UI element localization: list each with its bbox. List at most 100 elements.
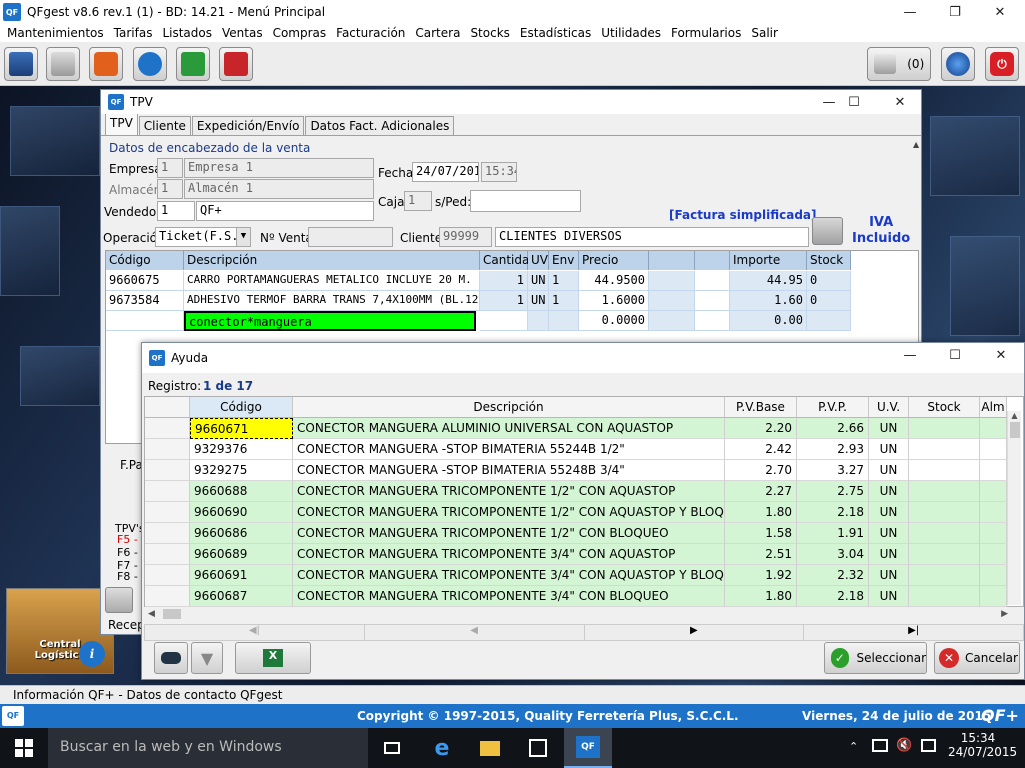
- row-selector[interactable]: [145, 523, 190, 544]
- notifications-icon[interactable]: [921, 739, 936, 752]
- row-codigo[interactable]: 9660686: [190, 523, 293, 544]
- line-importe[interactable]: 44.95: [730, 271, 807, 291]
- tab-cliente[interactable]: Cliente: [138, 116, 191, 135]
- row-alm[interactable]: [980, 544, 1007, 565]
- row-pvp[interactable]: 2.75: [797, 481, 869, 502]
- empresa-code-field[interactable]: 1: [157, 158, 183, 178]
- row-descripcion[interactable]: CONECTOR MANGUERA ALUMINIO UNIVERSAL CON…: [293, 418, 725, 439]
- line-descripcion-search-input[interactable]: conector*manguera: [184, 311, 476, 331]
- row-selector[interactable]: [145, 481, 190, 502]
- row-alm[interactable]: [980, 586, 1007, 607]
- minimize-button[interactable]: —: [887, 0, 933, 24]
- row-uv[interactable]: UN: [869, 502, 909, 523]
- computer-button[interactable]: [4, 47, 38, 81]
- documents-button[interactable]: [46, 47, 80, 81]
- lock-button[interactable]: [219, 47, 253, 81]
- col-pvp[interactable]: P.V.P.: [797, 397, 869, 418]
- menu-cartera[interactable]: Cartera: [415, 26, 460, 40]
- row-stock[interactable]: [909, 481, 980, 502]
- row-pvp[interactable]: 2.32: [797, 565, 869, 586]
- ayuda-minimize-button[interactable]: —: [887, 343, 933, 367]
- line-extra-1[interactable]: [649, 291, 695, 311]
- store-button[interactable]: [514, 728, 562, 768]
- col-alm[interactable]: Alm: [980, 397, 1007, 418]
- col-uv[interactable]: UV: [528, 251, 549, 270]
- line-precio[interactable]: 44.9500: [579, 271, 649, 291]
- row-pvp[interactable]: 3.27: [797, 460, 869, 481]
- line-cantidad[interactable]: 1: [480, 271, 528, 291]
- rss-button[interactable]: [89, 47, 123, 81]
- task-view-button[interactable]: [368, 728, 416, 768]
- empresa-name-field[interactable]: Empresa 1: [184, 158, 374, 178]
- row-alm[interactable]: [980, 439, 1007, 460]
- ayuda-maximize-button[interactable]: ☐: [932, 343, 978, 367]
- row-pvbase[interactable]: 1.58: [725, 523, 797, 544]
- vertical-scrollbar[interactable]: ▲: [1007, 411, 1021, 605]
- tab-datos-fact[interactable]: Datos Fact. Adicionales: [305, 116, 455, 135]
- row-alm[interactable]: [980, 523, 1007, 544]
- row-stock[interactable]: [909, 439, 980, 460]
- line-descripcion[interactable]: ADHESIVO TERMOF BARRA TRANS 7,4X100MM (B…: [184, 291, 480, 311]
- col-extra-1[interactable]: [649, 251, 695, 270]
- row-pvbase[interactable]: 2.42: [725, 439, 797, 460]
- almacen-code-field[interactable]: 1: [157, 179, 183, 199]
- menu-estadisticas[interactable]: Estadísticas: [520, 26, 591, 40]
- line-stock[interactable]: 0: [807, 271, 851, 291]
- row-codigo[interactable]: 9660688: [190, 481, 293, 502]
- row-pvbase[interactable]: 2.70: [725, 460, 797, 481]
- menu-mantenimientos[interactable]: Mantenimientos: [7, 26, 104, 40]
- line-stock[interactable]: 0: [807, 291, 851, 311]
- info-text[interactable]: Información QF+ - Datos de contacto QFge…: [13, 688, 282, 702]
- scroll-left-icon[interactable]: ◀: [148, 609, 155, 619]
- col-descripcion[interactable]: Descripción: [293, 397, 725, 418]
- row-pvbase[interactable]: 1.92: [725, 565, 797, 586]
- col-importe[interactable]: Importe: [730, 251, 807, 270]
- scroll-right-icon[interactable]: ▶: [1001, 609, 1008, 619]
- explorer-button[interactable]: [466, 728, 514, 768]
- row-stock[interactable]: [909, 418, 980, 439]
- row-pvp[interactable]: 1.91: [797, 523, 869, 544]
- nav-first-button[interactable]: ◀|: [145, 625, 365, 640]
- iva-toggle-button[interactable]: [812, 217, 843, 245]
- search-button[interactable]: [154, 642, 188, 674]
- col-pvbase[interactable]: P.V.Base: [725, 397, 797, 418]
- menu-utilidades[interactable]: Utilidades: [601, 26, 661, 40]
- menu-formularios[interactable]: Formularios: [671, 26, 741, 40]
- col-extra-2[interactable]: [695, 251, 730, 270]
- row-pvbase[interactable]: 1.80: [725, 586, 797, 607]
- line-uv[interactable]: [528, 311, 549, 331]
- row-descripcion[interactable]: CONECTOR MANGUERA -STOP BIMATERIA 55248B…: [293, 460, 725, 481]
- taskbar-search-input[interactable]: Buscar en la web y en Windows: [48, 728, 368, 768]
- network-icon[interactable]: [872, 739, 888, 752]
- scroll-up-icon[interactable]: ▲: [1008, 411, 1021, 420]
- line-codigo[interactable]: [106, 311, 184, 331]
- fecha-field[interactable]: 24/07/2015: [412, 162, 479, 182]
- sped-field[interactable]: [470, 190, 581, 212]
- volume-icon[interactable]: 🔇: [896, 738, 912, 753]
- cliente-name-field[interactable]: CLIENTES DIVERSOS: [495, 227, 809, 247]
- scroll-up-icon[interactable]: ▲: [913, 140, 922, 149]
- line-extra-1[interactable]: [649, 271, 695, 291]
- row-stock[interactable]: [909, 586, 980, 607]
- menu-tarifas[interactable]: Tarifas: [114, 26, 153, 40]
- chevron-up-icon[interactable]: ⌃: [849, 740, 858, 753]
- line-stock[interactable]: [807, 311, 851, 331]
- row-codigo[interactable]: 9660689: [190, 544, 293, 565]
- line-importe[interactable]: 0.00: [730, 311, 807, 331]
- line-env[interactable]: [549, 311, 579, 331]
- row-uv[interactable]: UN: [869, 418, 909, 439]
- col-stock[interactable]: Stock: [909, 397, 980, 418]
- menu-listados[interactable]: Listados: [162, 26, 212, 40]
- col-codigo[interactable]: Código: [190, 397, 293, 418]
- row-uv[interactable]: UN: [869, 586, 909, 607]
- col-uv[interactable]: U.V.: [869, 397, 909, 418]
- horizontal-scrollbar[interactable]: ◀ ▶: [144, 607, 1024, 621]
- scroll-thumb[interactable]: [1009, 422, 1020, 438]
- line-env[interactable]: 1: [549, 291, 579, 311]
- row-alm[interactable]: [980, 502, 1007, 523]
- row-alm[interactable]: [980, 460, 1007, 481]
- menu-ventas[interactable]: Ventas: [222, 26, 263, 40]
- power-button[interactable]: ⏻: [985, 47, 1019, 81]
- row-uv[interactable]: UN: [869, 565, 909, 586]
- close-button[interactable]: ✕: [977, 0, 1023, 24]
